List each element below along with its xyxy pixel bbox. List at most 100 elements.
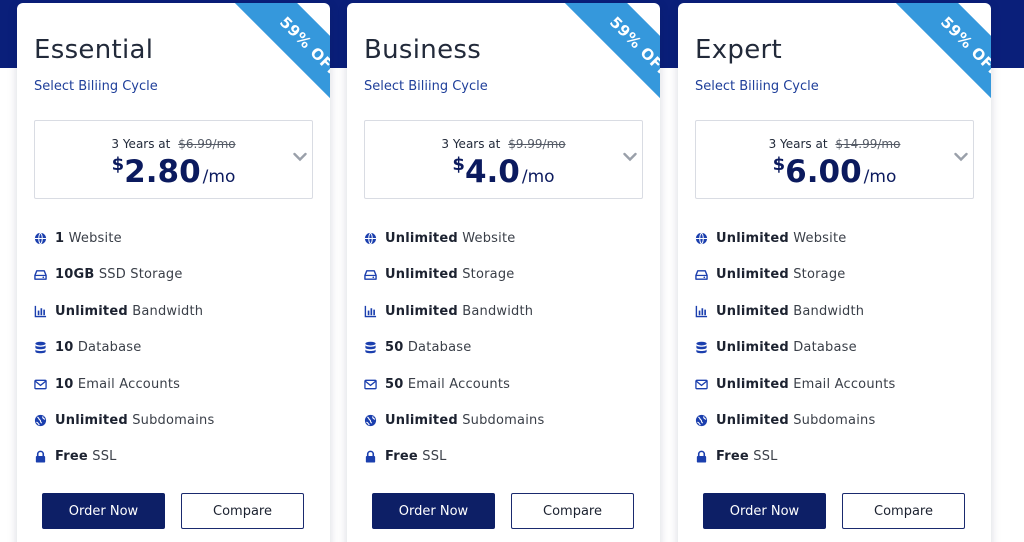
feature-label: Subdomains (132, 412, 215, 428)
feature-label: Database (407, 340, 472, 356)
feature-label: Website (793, 231, 847, 246)
feature-value: Free (385, 449, 418, 465)
feature-item: Unlimited Website (695, 227, 975, 263)
billing-cycle-select[interactable]: 3 Years at $9.99/mo $4.0/mo (364, 120, 643, 199)
feature-item: Unlimited Storage (695, 263, 975, 299)
feature-value: Free (55, 449, 88, 465)
feature-label: Subdomains (462, 412, 545, 428)
bar-chart-icon (364, 305, 377, 318)
envelope-icon (695, 379, 708, 389)
hard-drive-icon (34, 270, 47, 281)
price-amount: 2.80 (124, 154, 201, 190)
feature-label: Database (793, 340, 857, 356)
feature-value: Unlimited (716, 376, 789, 392)
feature-label: Storage (462, 267, 515, 283)
feature-value: Unlimited (55, 412, 128, 428)
feature-label: Website (68, 231, 122, 246)
old-price: $9.99/mo (508, 137, 566, 151)
feature-label: Database (77, 340, 142, 356)
feature-item: Unlimited Subdomains (695, 409, 975, 445)
feature-item: Unlimited Bandwidth (695, 300, 975, 336)
order-now-button[interactable]: Order Now (703, 493, 826, 529)
feature-value: 1 (55, 231, 65, 246)
price-period: /mo (521, 167, 555, 187)
compare-button[interactable]: Compare (181, 493, 304, 529)
feature-label: SSL (753, 449, 778, 465)
chevron-down-icon (623, 152, 637, 162)
chevron-down-icon (954, 152, 968, 162)
select-billing-cycle-link[interactable]: Select Biliing Cycle (34, 79, 158, 94)
price-period: /mo (202, 167, 236, 187)
feature-value: Unlimited (716, 303, 789, 319)
feature-item: Free SSL (695, 445, 975, 481)
term-label: 3 Years at (441, 137, 501, 151)
feature-value: Unlimited (55, 303, 128, 319)
envelope-icon (364, 379, 377, 389)
feature-value: Unlimited (716, 267, 789, 283)
feature-item: Unlimited Website (364, 227, 644, 263)
plan-card-expert: 59% OFF Expert Select Biliing Cycle 3 Ye… (678, 3, 991, 542)
globe-solid-icon (695, 414, 708, 427)
feature-value: 50 (385, 340, 404, 356)
feature-value: 50 (385, 376, 404, 392)
plan-title: Expert (695, 35, 782, 65)
current-price: $4.0/mo (365, 154, 642, 190)
feature-label: Subdomains (793, 412, 876, 428)
feature-value: Unlimited (385, 303, 458, 319)
feature-value: Unlimited (716, 340, 789, 356)
discount-ribbon-label: 59% OFF (553, 3, 660, 134)
select-billing-cycle-link[interactable]: Select Biliing Cycle (695, 79, 819, 94)
price-amount: 4.0 (464, 154, 520, 190)
globe-icon (364, 232, 377, 245)
current-price: $6.00/mo (696, 154, 973, 190)
feature-label: Email Accounts (793, 376, 896, 392)
feature-value: 10 (55, 340, 74, 356)
compare-button[interactable]: Compare (511, 493, 634, 529)
envelope-icon (34, 379, 47, 389)
term-line: 3 Years at $9.99/mo (365, 137, 642, 151)
billing-cycle-select[interactable]: 3 Years at $6.99/mo $2.80/mo (34, 120, 313, 199)
feature-list: Unlimited Website Unlimited Storage Unli… (695, 227, 975, 482)
price-period: /mo (863, 167, 897, 187)
feature-item: Unlimited Storage (364, 263, 644, 299)
old-price: $14.99/mo (835, 137, 901, 151)
feature-value: Unlimited (385, 412, 458, 428)
feature-label: Website (462, 231, 516, 246)
feature-item: Free SSL (34, 445, 314, 481)
database-icon (365, 341, 376, 354)
feature-label: SSL (92, 449, 117, 465)
feature-label: Bandwidth (462, 303, 534, 319)
order-now-button[interactable]: Order Now (42, 493, 165, 529)
feature-item: 10GB SSD Storage (34, 263, 314, 299)
price-amount: 6.00 (785, 154, 862, 190)
feature-item: Unlimited Bandwidth (34, 300, 314, 336)
feature-label: Bandwidth (793, 303, 865, 319)
compare-button[interactable]: Compare (842, 493, 965, 529)
feature-item: Unlimited Bandwidth (364, 300, 644, 336)
lock-icon (365, 451, 376, 463)
term-label: 3 Years at (768, 137, 828, 151)
globe-icon (695, 232, 708, 245)
database-icon (35, 341, 46, 354)
term-line: 3 Years at $14.99/mo (696, 137, 973, 151)
globe-solid-icon (364, 414, 377, 427)
lock-icon (35, 451, 46, 463)
plan-card-essential: 59% OFF Essential Select Biliing Cycle 3… (17, 3, 330, 542)
feature-label: Email Accounts (77, 376, 181, 392)
feature-item: 50 Email Accounts (364, 373, 644, 409)
feature-label: Email Accounts (407, 376, 511, 392)
bar-chart-icon (695, 305, 708, 318)
chevron-down-icon (293, 152, 307, 162)
bar-chart-icon (34, 305, 47, 318)
feature-item: Free SSL (364, 445, 644, 481)
order-now-button[interactable]: Order Now (372, 493, 495, 529)
term-label: 3 Years at (111, 137, 171, 151)
feature-item: Unlimited Email Accounts (695, 373, 975, 409)
globe-solid-icon (34, 414, 47, 427)
billing-cycle-select[interactable]: 3 Years at $14.99/mo $6.00/mo (695, 120, 974, 199)
hard-drive-icon (364, 270, 377, 281)
plan-card-business: 59% OFF Business Select Biliing Cycle 3 … (347, 3, 660, 542)
term-line: 3 Years at $6.99/mo (35, 137, 312, 151)
feature-item: 10 Database (34, 336, 314, 372)
select-billing-cycle-link[interactable]: Select Biliing Cycle (364, 79, 488, 94)
